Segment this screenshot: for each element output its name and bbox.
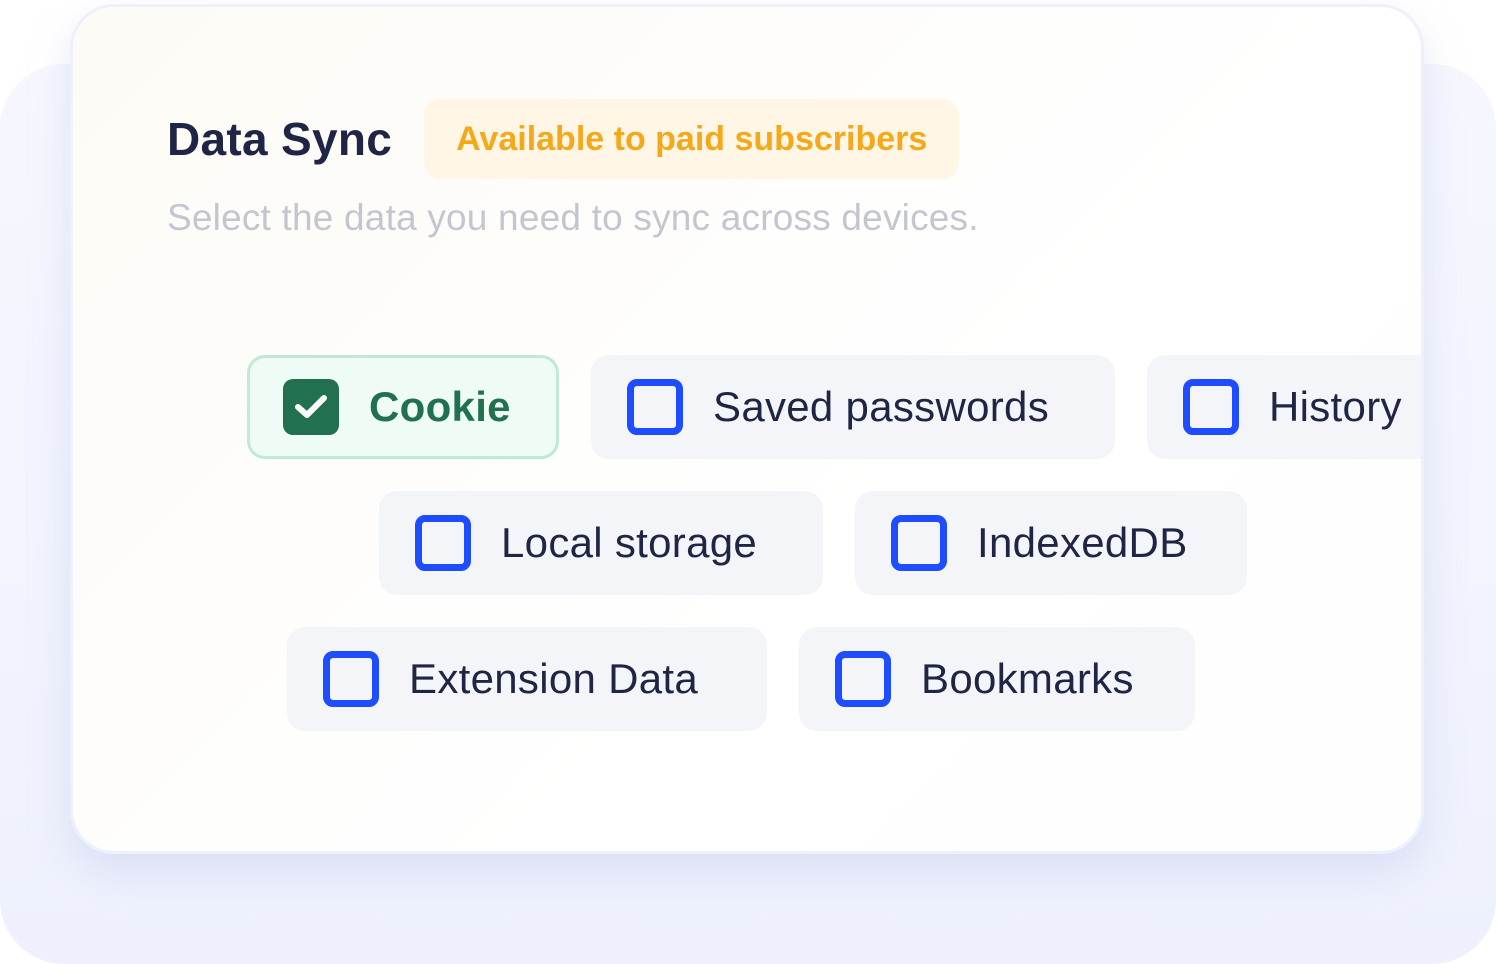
option-label: IndexedDB: [977, 519, 1188, 566]
checkmark-icon: [295, 395, 327, 418]
option-label: Extension Data: [409, 655, 699, 702]
option-local-storage[interactable]: Local storage: [379, 491, 823, 595]
option-label: Bookmarks: [921, 655, 1134, 702]
option-cookie[interactable]: Cookie: [247, 355, 559, 459]
option-bookmarks[interactable]: Bookmarks: [799, 627, 1195, 731]
checkbox-unchecked-icon[interactable]: [323, 651, 379, 707]
option-label: Local storage: [501, 519, 758, 566]
option-extension-data[interactable]: Extension Data: [287, 627, 767, 731]
option-history[interactable]: History: [1147, 355, 1421, 459]
checkbox-unchecked-icon[interactable]: [891, 515, 947, 571]
card-header: Data Sync Available to paid subscribers: [167, 99, 960, 179]
checkbox-checked-icon[interactable]: [283, 379, 339, 435]
checkbox-unchecked-icon[interactable]: [835, 651, 891, 707]
page-title: Data Sync: [167, 113, 393, 165]
option-indexeddb[interactable]: IndexedDB: [855, 491, 1247, 595]
card-description: Select the data you need to sync across …: [167, 197, 979, 238]
paid-subscribers-badge: Available to paid subscribers: [424, 99, 960, 179]
option-label: History: [1269, 383, 1402, 430]
checkbox-unchecked-icon[interactable]: [1183, 379, 1239, 435]
checkbox-unchecked-icon[interactable]: [627, 379, 683, 435]
option-saved-passwords[interactable]: Saved passwords: [591, 355, 1115, 459]
data-sync-card: Data Sync Available to paid subscribers …: [70, 4, 1424, 854]
checkbox-unchecked-icon[interactable]: [415, 515, 471, 571]
option-label: Saved passwords: [713, 383, 1050, 430]
option-label: Cookie: [369, 383, 511, 430]
